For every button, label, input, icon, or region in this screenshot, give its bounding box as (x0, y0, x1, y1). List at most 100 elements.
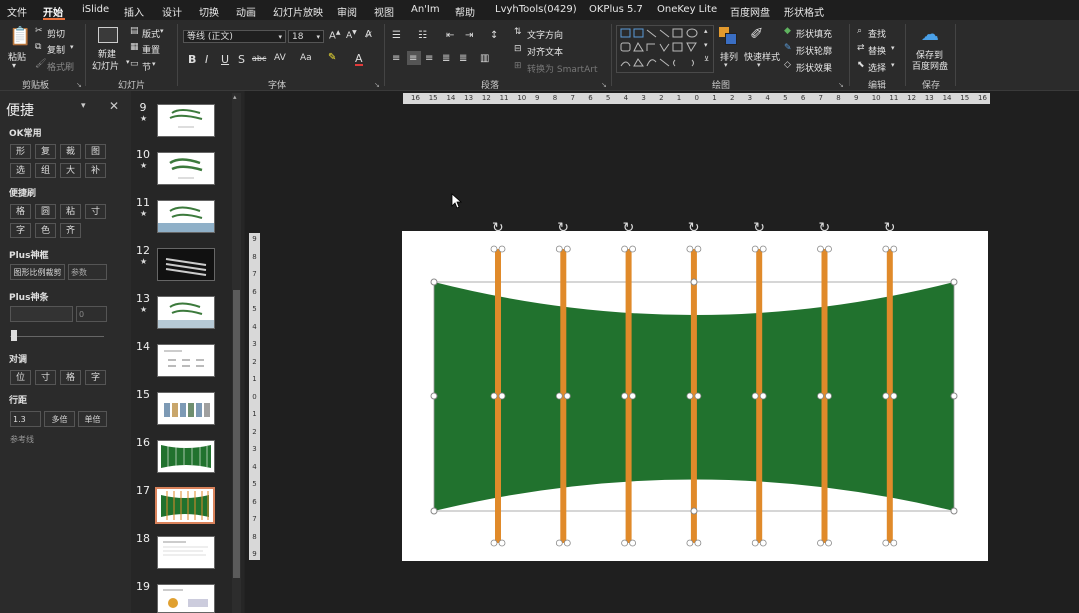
rotate-handle-icon[interactable]: ↻ (819, 220, 831, 236)
chevron-down-icon[interactable]: ▾ (126, 59, 130, 66)
save-to-baidu-button-line2[interactable]: 百度网盘 (912, 59, 948, 72)
line-spacing-input[interactable]: 1.3 (10, 411, 41, 427)
resize-handle[interactable] (430, 392, 438, 400)
brush-btn-format[interactable]: 格 (10, 204, 31, 219)
resize-handle[interactable] (817, 245, 824, 253)
resize-handle[interactable] (690, 507, 698, 515)
scissors-icon[interactable]: ✂ (35, 27, 43, 36)
resize-handle[interactable] (817, 392, 824, 400)
resize-handle[interactable] (629, 539, 637, 547)
shrink-font-icon[interactable]: A▼ (346, 30, 357, 41)
align-left-icon[interactable]: ≡ (392, 54, 400, 64)
select-button[interactable]: 选择 (868, 61, 886, 74)
copy-button[interactable]: 复制 (47, 43, 65, 56)
resize-handle[interactable] (759, 539, 767, 547)
rotate-handle-icon[interactable]: ↻ (688, 220, 700, 236)
rotate-handle-icon[interactable]: ↻ (623, 220, 635, 236)
resize-handle[interactable] (686, 539, 694, 547)
resize-handle[interactable] (686, 245, 694, 253)
shape-effects-button[interactable]: 形状效果 (796, 61, 832, 74)
rotate-handle-icon[interactable]: ↻ (753, 220, 765, 236)
resize-handle[interactable] (950, 507, 958, 515)
resize-handle[interactable] (751, 245, 759, 253)
horizontal-ruler[interactable]: 16 15 14 13 12 11 10 9 8 7 6 5 4 3 2 1 0 1 2 3 4 5 6 7 8 9 10 11 12 1… (403, 93, 990, 104)
rotate-handle-icon[interactable]: ↻ (884, 220, 896, 236)
scroll-up-icon[interactable]: ▴ (233, 93, 237, 101)
resize-handle[interactable] (694, 392, 702, 400)
pane-menu-icon[interactable]: ▾ (81, 101, 86, 111)
swap-btn-position[interactable]: 位 (10, 370, 31, 385)
menu-file[interactable]: 文件 (7, 4, 27, 19)
resize-handle[interactable] (690, 278, 698, 286)
rotate-handle-icon[interactable]: ↻ (557, 220, 569, 236)
paste-button[interactable]: 粘贴 (8, 50, 26, 63)
menu-design[interactable]: 设计 (162, 4, 182, 19)
align-right-icon[interactable]: ≡ (425, 54, 433, 64)
multi-spacing-button[interactable]: 多倍 (44, 411, 75, 427)
resize-handle[interactable] (694, 539, 702, 547)
align-text-button[interactable]: 对齐文本 (527, 45, 563, 58)
ok-btn-crop[interactable]: 裁 (60, 144, 81, 159)
resize-handle[interactable] (686, 392, 694, 400)
cursor-select-icon[interactable]: ⬉ (857, 61, 865, 70)
text-direction-button[interactable]: 文字方向 (527, 28, 563, 41)
resize-handle[interactable] (759, 392, 767, 400)
chevron-down-icon[interactable]: ▾ (70, 44, 74, 51)
brush-btn-round[interactable]: 圆 (35, 204, 56, 219)
align-text-icon[interactable]: ⊟ (514, 45, 522, 54)
font-size-combo[interactable]: 18 ▾ (288, 30, 324, 43)
reset-button[interactable]: 重置 (142, 43, 160, 56)
resize-handle[interactable] (621, 539, 629, 547)
resize-handle[interactable] (629, 392, 637, 400)
single-spacing-button[interactable]: 单倍 (78, 411, 107, 427)
resize-handle[interactable] (498, 245, 506, 253)
grow-font-icon[interactable]: A▲ (329, 30, 340, 41)
decrease-indent-icon[interactable]: ⇤ (446, 31, 454, 41)
slider-track[interactable] (10, 336, 104, 337)
ok-btn-shape[interactable]: 形 (10, 144, 31, 159)
resize-handle[interactable] (490, 539, 498, 547)
smartart-icon[interactable]: ⊞ (514, 62, 522, 71)
align-center-icon[interactable]: ≡ (409, 54, 417, 64)
distribute-icon[interactable]: ≣ (459, 54, 467, 64)
menu-view[interactable]: 视图 (374, 4, 394, 19)
text-direction-icon[interactable]: ⇅ (514, 28, 522, 37)
ok-btn-group[interactable]: 组 (35, 163, 56, 178)
menu-islide[interactable]: iSlide (82, 4, 109, 15)
chevron-down-icon[interactable]: ▾ (724, 62, 728, 69)
resize-handle[interactable] (563, 392, 571, 400)
clear-format-icon[interactable]: A̷ (365, 30, 372, 40)
quick-styles-button[interactable]: 快速样式 (744, 50, 780, 63)
menu-animation[interactable]: 动画 (236, 4, 256, 19)
slide-thumbnail-9[interactable] (157, 104, 215, 137)
vertical-ruler[interactable]: 9 8 7 6 5 4 3 2 1 0 1 2 3 4 5 6 7 8 9 (249, 233, 260, 560)
launcher-icon[interactable]: ↘ (76, 81, 82, 89)
menu-baidu[interactable]: 百度网盘 (730, 4, 770, 19)
bold-button[interactable]: B (188, 54, 196, 65)
resize-handle[interactable] (629, 245, 637, 253)
brush-btn-paste[interactable]: 粘 (60, 204, 81, 219)
resize-handle[interactable] (498, 392, 506, 400)
columns-icon[interactable]: ▥ (480, 54, 489, 64)
replace-button[interactable]: 替换 (868, 44, 886, 57)
highlight-icon[interactable]: ✎ (328, 53, 336, 63)
resize-handle[interactable] (430, 507, 438, 515)
resize-handle[interactable] (759, 245, 767, 253)
resize-handle[interactable] (825, 392, 832, 400)
resize-handle[interactable] (430, 278, 438, 286)
change-case-icon[interactable]: Aa (300, 54, 312, 63)
font-color-icon[interactable]: A (355, 53, 363, 66)
guides-link[interactable]: 参考线 (10, 434, 34, 445)
new-slide-button-line2[interactable]: 幻灯片 (92, 59, 119, 72)
section-icon[interactable]: ▭ (130, 60, 139, 69)
menu-onekey[interactable]: OneKey Lite (657, 4, 717, 15)
menu-shape-format[interactable]: 形状格式 (784, 4, 824, 19)
chevron-down-icon[interactable]: ▾ (891, 62, 895, 69)
shapes-gallery[interactable] (616, 25, 714, 73)
close-icon[interactable]: ✕ (109, 99, 119, 113)
resize-handle[interactable] (751, 539, 759, 547)
resize-handle[interactable] (882, 392, 890, 400)
menu-home[interactable]: 开始 (43, 4, 63, 19)
resize-handle[interactable] (563, 539, 571, 547)
underline-button[interactable]: U (221, 54, 229, 65)
